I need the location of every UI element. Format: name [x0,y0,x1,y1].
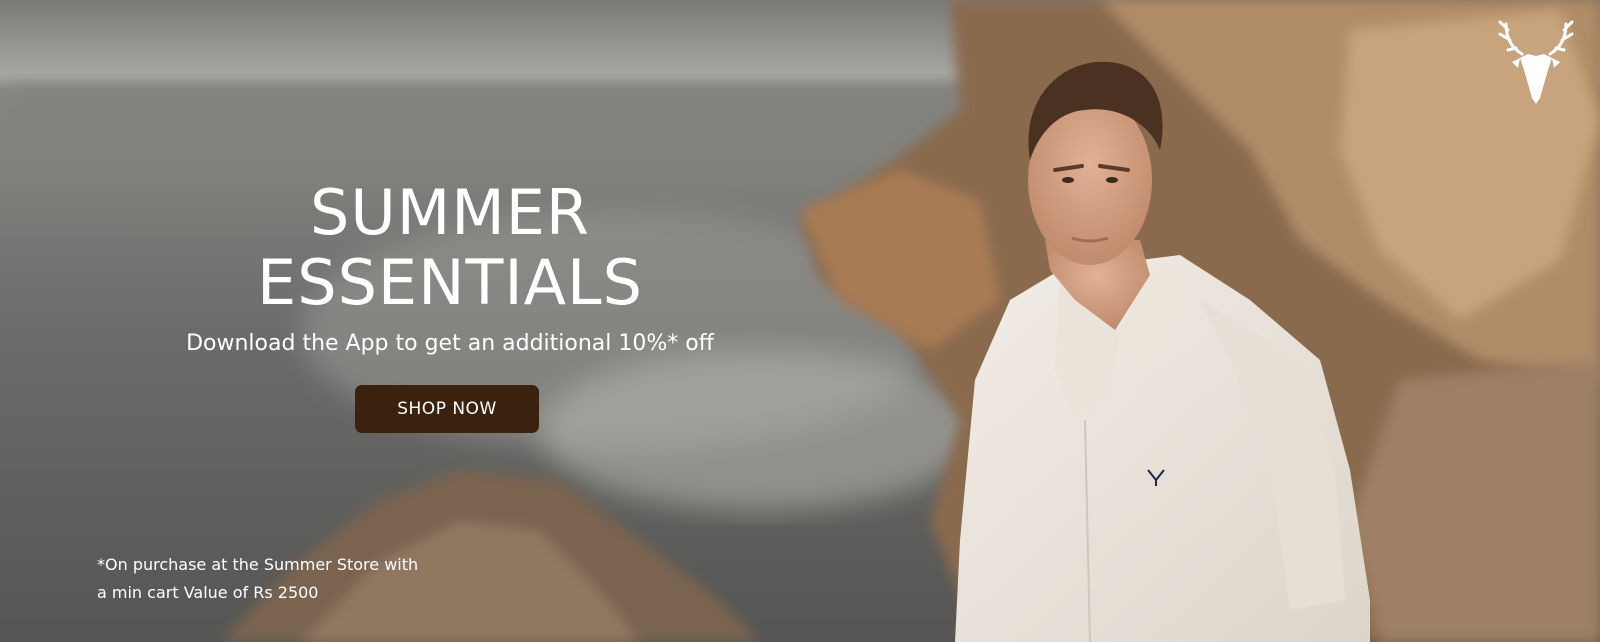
shop-now-button[interactable]: SHOP NOW [355,385,539,433]
headline: SUMMER ESSENTIALS [150,178,750,318]
disclaimer-line-1: *On purchase at the Summer Store with [97,555,419,574]
hero-banner[interactable]: SUMMER ESSENTIALS Download the App to ge… [0,0,1600,642]
hero-background-photo [0,0,1600,642]
headline-line-2: ESSENTIALS [257,246,643,319]
app-offer-subheading: Download the App to get an additional 10… [186,331,714,356]
offer-disclaimer: *On purchase at the Summer Store with a … [97,551,517,607]
stag-head-icon[interactable] [1496,14,1576,106]
headline-line-1: SUMMER [310,176,590,249]
disclaimer-line-2: a min cart Value of Rs 2500 [97,583,319,602]
